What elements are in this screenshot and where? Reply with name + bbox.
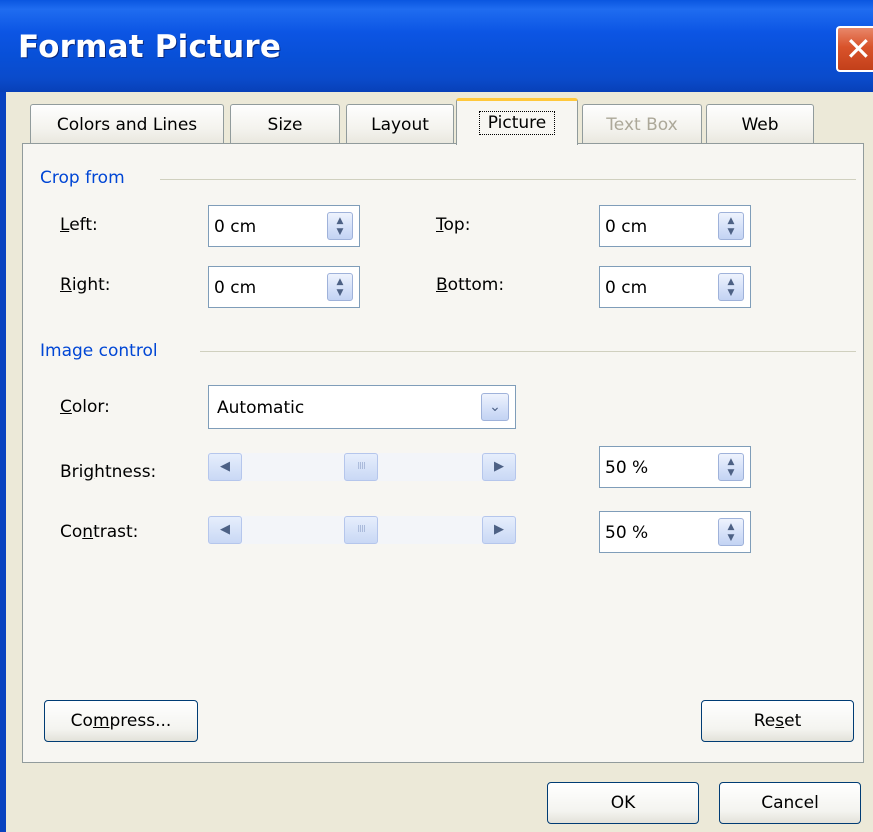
spin-down-icon[interactable]: ▼ (328, 289, 352, 298)
image-control-group-label: Image control (40, 341, 158, 361)
spin-buttons[interactable]: ▲ ▼ (718, 518, 744, 546)
spin-buttons[interactable]: ▲ ▼ (718, 212, 744, 240)
tab-text-box: Text Box (582, 104, 702, 144)
tab-label: Text Box (606, 115, 678, 135)
crop-bottom-spinner[interactable]: 0 cm ▲ ▼ (599, 266, 751, 308)
contrast-spinner[interactable]: 50 % ▲ ▼ (599, 511, 751, 553)
tab-label: Web (741, 115, 779, 135)
close-icon: ✕ (845, 30, 872, 68)
dialog-title: Format Picture (18, 29, 282, 65)
brightness-slider[interactable]: ◀ IIII ▶ (208, 453, 516, 481)
spin-down-icon[interactable]: ▼ (719, 534, 743, 543)
tab-label: Picture (478, 111, 556, 135)
title-bar[interactable]: Format Picture ✕ (0, 0, 873, 92)
crop-group-divider (160, 179, 856, 180)
tab-layout[interactable]: Layout (346, 104, 454, 144)
spin-buttons[interactable]: ▲ ▼ (327, 273, 353, 301)
scroll-left-icon[interactable]: ◀ (208, 516, 242, 544)
crop-right-value[interactable]: 0 cm (214, 278, 256, 298)
spin-down-icon[interactable]: ▼ (328, 228, 352, 237)
contrast-slider-thumb[interactable]: IIII (344, 516, 378, 544)
brightness-label: Brightness: (60, 462, 157, 482)
brightness-slider-thumb[interactable]: IIII (344, 453, 378, 481)
tab-label: Size (267, 115, 303, 135)
spin-up-icon[interactable]: ▲ (719, 458, 743, 467)
crop-bottom-value[interactable]: 0 cm (605, 278, 647, 298)
spin-up-icon[interactable]: ▲ (328, 278, 352, 287)
spin-up-icon[interactable]: ▲ (719, 217, 743, 226)
spin-down-icon[interactable]: ▼ (719, 289, 743, 298)
cancel-button[interactable]: Cancel (719, 782, 861, 824)
spin-down-icon[interactable]: ▼ (719, 228, 743, 237)
bottom-label: Bottom: (436, 275, 505, 295)
crop-group-label: Crop from (40, 168, 125, 188)
tab-picture[interactable]: Picture (456, 98, 578, 145)
contrast-value[interactable]: 50 % (605, 523, 648, 543)
brightness-value[interactable]: 50 % (605, 458, 648, 478)
window-border (0, 92, 6, 832)
crop-top-value[interactable]: 0 cm (605, 217, 647, 237)
right-label: Right: (60, 275, 111, 295)
crop-top-spinner[interactable]: 0 cm ▲ ▼ (599, 205, 751, 247)
contrast-slider[interactable]: ◀ IIII ▶ (208, 516, 516, 544)
spin-buttons[interactable]: ▲ ▼ (718, 273, 744, 301)
scroll-right-icon[interactable]: ▶ (482, 453, 516, 481)
color-dropdown-value: Automatic (217, 398, 305, 418)
color-label: Color: (60, 397, 110, 417)
tab-size[interactable]: Size (230, 104, 340, 144)
reset-button[interactable]: Reset (701, 700, 854, 742)
tab-colors-and-lines[interactable]: Colors and Lines (30, 104, 224, 144)
chevron-down-icon[interactable]: ⌄ (481, 393, 509, 421)
scroll-right-icon[interactable]: ▶ (482, 516, 516, 544)
tab-web[interactable]: Web (706, 104, 814, 144)
crop-left-spinner[interactable]: 0 cm ▲ ▼ (208, 205, 360, 247)
close-button[interactable]: ✕ (836, 26, 873, 72)
scroll-left-icon[interactable]: ◀ (208, 453, 242, 481)
compress-button[interactable]: Compress... (44, 700, 198, 742)
contrast-label: Contrast: (60, 522, 139, 542)
tab-label: Colors and Lines (56, 115, 198, 135)
spin-up-icon[interactable]: ▲ (328, 217, 352, 226)
brightness-spinner[interactable]: 50 % ▲ ▼ (599, 446, 751, 488)
spin-up-icon[interactable]: ▲ (719, 278, 743, 287)
spin-buttons[interactable]: ▲ ▼ (327, 212, 353, 240)
top-label: Top: (436, 215, 471, 235)
color-dropdown[interactable]: Automatic ⌄ (208, 385, 516, 429)
crop-left-value[interactable]: 0 cm (214, 217, 256, 237)
crop-right-spinner[interactable]: 0 cm ▲ ▼ (208, 266, 360, 308)
left-label: Left: (60, 215, 98, 235)
ok-button[interactable]: OK (547, 782, 699, 824)
spin-up-icon[interactable]: ▲ (719, 523, 743, 532)
spin-buttons[interactable]: ▲ ▼ (718, 453, 744, 481)
image-control-group-divider (200, 351, 856, 352)
spin-down-icon[interactable]: ▼ (719, 469, 743, 478)
tab-label: Layout (371, 115, 429, 135)
